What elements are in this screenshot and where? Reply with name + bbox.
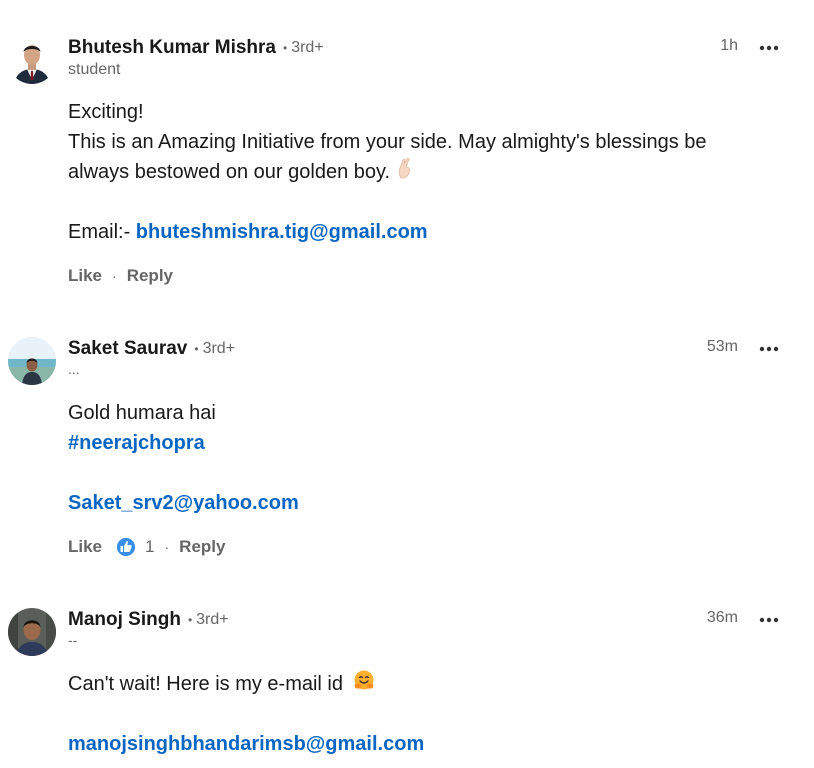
- reaction-summary[interactable]: 1: [116, 537, 155, 557]
- author-headline: ...: [68, 361, 80, 377]
- author-headline: --: [68, 632, 78, 648]
- hugging-face-emoji-icon: [353, 669, 375, 700]
- more-options-button[interactable]: [758, 339, 780, 359]
- comment-body: Gold humara hai #neerajchopra Saket_srv2…: [68, 398, 299, 518]
- comment-actions: Like 1 · Reply: [68, 537, 225, 557]
- more-options-button[interactable]: [758, 38, 780, 58]
- profile-photo-icon: [8, 337, 56, 385]
- profile-photo-icon: [8, 36, 56, 84]
- comment-text-line: Can't wait! Here is my e-mail id: [68, 669, 424, 699]
- comment-timestamp: 36m: [706, 609, 738, 626]
- degree-separator: •: [194, 342, 199, 356]
- author-headline: student: [68, 61, 121, 78]
- action-separator: ·: [112, 268, 117, 284]
- comment-text-line: Email:- bhuteshmishra.tig@gmail.com: [68, 217, 707, 247]
- action-separator: ·: [164, 539, 170, 555]
- comment-actions: Like · Reply: [68, 266, 173, 286]
- hashtag-link[interactable]: #neerajchopra: [68, 432, 205, 454]
- avatar[interactable]: [8, 337, 56, 385]
- comment-timestamp: 1h: [720, 37, 738, 54]
- ellipsis-icon: [759, 346, 779, 352]
- email-link[interactable]: Saket_srv2@yahoo.com: [68, 492, 299, 514]
- comment-body: Exciting! This is an Amazing Initiative …: [68, 97, 707, 247]
- like-button[interactable]: Like: [68, 537, 102, 557]
- comment-text-line: manojsinghbhandarimsb@gmail.com: [68, 729, 424, 759]
- profile-photo-icon: [8, 608, 56, 656]
- author-name[interactable]: Bhutesh Kumar Mishra: [68, 37, 276, 59]
- thumbs-up-icon: [116, 537, 136, 557]
- author-name[interactable]: Manoj Singh: [68, 609, 181, 631]
- connection-degree: 3rd+: [202, 340, 236, 357]
- comment-text-line: Saket_srv2@yahoo.com: [68, 488, 299, 518]
- comment-text: Can't wait! Here is my e-mail id: [68, 673, 343, 695]
- more-options-button[interactable]: [758, 610, 780, 630]
- author-row: Manoj Singh • 3rd+: [68, 608, 229, 632]
- author-row: Saket Saurav • 3rd+: [68, 337, 235, 361]
- author-row: Bhutesh Kumar Mishra • 3rd+: [68, 36, 324, 60]
- author-name[interactable]: Saket Saurav: [68, 338, 187, 360]
- email-link[interactable]: manojsinghbhandarimsb@gmail.com: [68, 733, 424, 755]
- comment-text-line: Gold humara hai: [68, 402, 216, 424]
- comment-text: always bestowed on our golden boy.: [68, 161, 391, 183]
- avatar[interactable]: [8, 36, 56, 84]
- reply-button[interactable]: Reply: [127, 266, 173, 286]
- comment-timestamp: 53m: [706, 338, 738, 355]
- reaction-count: 1: [145, 537, 155, 556]
- comment-text-line: #neerajchopra: [68, 428, 299, 458]
- comment-text-line: This is an Amazing Initiative from your …: [68, 131, 707, 153]
- email-prefix: Email:-: [68, 221, 136, 243]
- email-link[interactable]: bhuteshmishra.tig@gmail.com: [136, 221, 428, 243]
- connection-degree: 3rd+: [291, 39, 324, 56]
- comment-text-line: Exciting!: [68, 101, 144, 123]
- crossed-fingers-emoji-icon: [396, 157, 414, 188]
- comment-body: Can't wait! Here is my e-mail id manojsi…: [68, 669, 424, 759]
- degree-separator: •: [187, 613, 193, 627]
- ellipsis-icon: [759, 45, 779, 51]
- avatar[interactable]: [8, 608, 56, 656]
- like-button[interactable]: Like: [68, 266, 102, 286]
- reply-button[interactable]: Reply: [179, 537, 225, 557]
- connection-degree: 3rd+: [196, 611, 229, 628]
- degree-separator: •: [282, 41, 288, 55]
- ellipsis-icon: [759, 617, 779, 623]
- comment-text-line: always bestowed on our golden boy.: [68, 157, 707, 187]
